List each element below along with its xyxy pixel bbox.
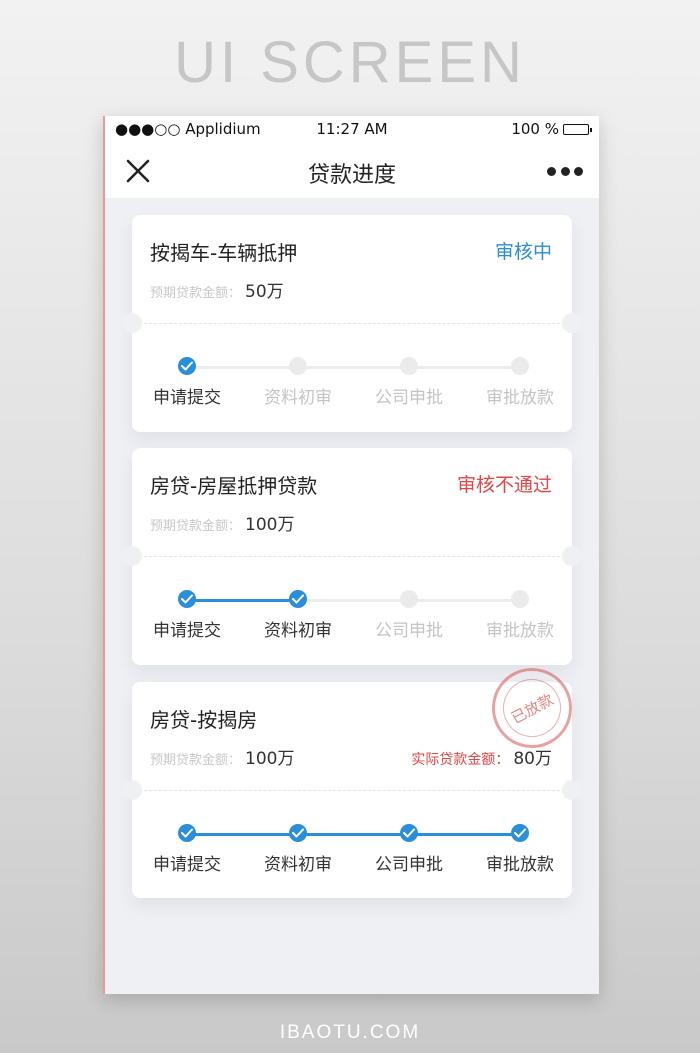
ticket-notch	[122, 780, 142, 800]
step-complete-icon	[178, 590, 196, 608]
step-complete-icon	[289, 824, 307, 842]
status-badge: 审核中	[494, 241, 552, 263]
step-label: 申请提交	[153, 855, 221, 875]
step-label: 资料初审	[264, 621, 332, 641]
ticket-notch	[562, 546, 582, 566]
step-label: 审批放款	[486, 621, 554, 641]
step-label: 公司申批	[375, 621, 443, 641]
step-pending-dot	[400, 590, 418, 608]
step-pending-dot	[400, 357, 418, 375]
progress-fill	[187, 833, 520, 836]
step-pending-dot	[289, 357, 307, 375]
expected-amount-label: 预期贷款金额：	[150, 519, 242, 534]
divider	[144, 790, 560, 791]
step-label: 公司申批	[375, 855, 443, 875]
loan-card[interactable]: 按揭车-车辆抵押 审核中 预期贷款金额： 50万 申请提交 资料初审 公司申批 审批放款	[122, 215, 582, 432]
progress-track	[187, 366, 520, 369]
ticket-notch	[562, 780, 582, 800]
step-pending-dot	[511, 357, 529, 375]
expected-amount: 预期贷款金额： 50万	[150, 277, 284, 302]
step-complete-icon	[400, 824, 418, 842]
step-label: 资料初审	[264, 855, 332, 875]
step-label: 公司申批	[375, 388, 443, 408]
expected-amount-label: 预期贷款金额：	[150, 286, 242, 301]
status-badge: 审核不通过	[456, 474, 552, 496]
loan-title: 房贷-房屋抵押贷款	[150, 474, 318, 498]
step-label: 申请提交	[153, 621, 221, 641]
ticket-notch	[122, 546, 142, 566]
footer-watermark: IBAOTU.COM	[279, 1022, 421, 1043]
status-bar: ●●●○○ Applidium 11:27 AM 100 %	[105, 116, 599, 144]
step-complete-icon	[289, 590, 307, 608]
step-complete-icon	[511, 824, 529, 842]
ticket-notch	[122, 313, 142, 333]
divider	[144, 556, 560, 557]
loan-title: 房贷-按揭房	[150, 708, 258, 732]
progress-fill	[187, 599, 298, 602]
headline: UI SCREEN	[174, 30, 526, 95]
battery-level: 100 %	[511, 120, 559, 138]
phone-screen: ●●●○○ Applidium 11:27 AM 100 % 贷款进度 按揭车-…	[103, 116, 599, 994]
battery-icon	[563, 123, 592, 135]
battery-status: 100 %	[511, 120, 592, 138]
step-label: 审批放款	[486, 388, 554, 408]
ticket-notch	[562, 313, 582, 333]
loan-card[interactable]: 房贷-按揭房 已放款 预期贷款金额： 100万 实际贷款金额： 80万 申请提交 资料…	[122, 653, 587, 898]
step-complete-icon	[178, 824, 196, 842]
step-label: 审批放款	[486, 855, 554, 875]
step-label: 申请提交	[153, 388, 221, 408]
expected-amount-value: 100万	[245, 515, 295, 535]
expected-amount-value: 50万	[245, 282, 284, 302]
loan-title: 按揭车-车辆抵押	[150, 241, 298, 265]
divider	[144, 323, 560, 324]
loan-card[interactable]: 房贷-房屋抵押贷款 审核不通过 预期贷款金额： 100万 申请提交 资料初审 公司申批…	[122, 448, 582, 665]
more-icon[interactable]	[547, 164, 583, 178]
actual-amount-value: 80万	[513, 749, 552, 769]
expected-amount: 预期贷款金额： 100万	[150, 510, 294, 535]
expected-amount: 预期贷款金额： 100万	[150, 744, 294, 769]
actual-amount-label: 实际贷款金额：	[411, 752, 510, 768]
nav-bar: 贷款进度	[105, 144, 599, 198]
step-pending-dot	[511, 590, 529, 608]
page-title: 贷款进度	[307, 163, 396, 188]
step-label: 资料初审	[264, 388, 332, 408]
actual-amount: 实际贷款金额： 80万	[411, 744, 552, 769]
expected-amount-label: 预期贷款金额：	[150, 753, 242, 768]
expected-amount-value: 100万	[245, 749, 295, 769]
step-complete-icon	[178, 357, 196, 375]
